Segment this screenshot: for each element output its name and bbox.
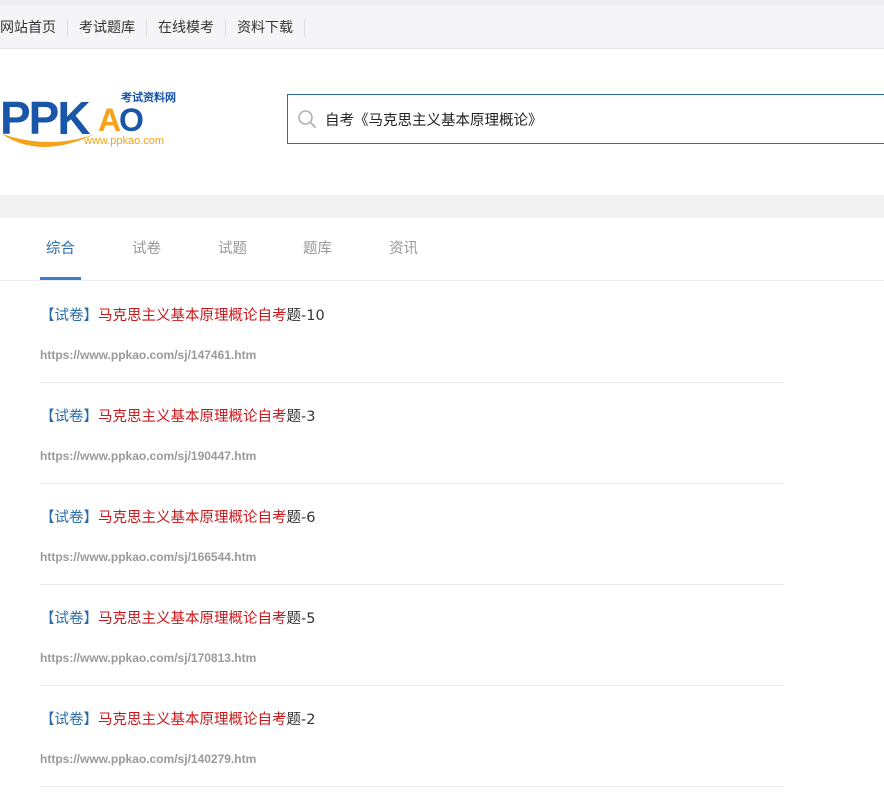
result-title-link[interactable]: 【试卷】马克思主义基本原理概论自考题-3 <box>40 405 315 426</box>
top-nav: 网站首页 考试题库 在线模考 资料下载 <box>0 6 884 49</box>
result-title-link[interactable]: 【试卷】马克思主义基本原理概论自考题-5 <box>40 607 315 628</box>
tab-news[interactable]: 资讯 <box>389 218 418 280</box>
result-item: 【试卷】马克思主义基本原理概论自考题-3 https://www.ppkao.c… <box>40 383 784 484</box>
result-suffix: 题-3 <box>286 409 316 425</box>
result-url-link[interactable]: https://www.ppkao.com/sj/147461.htm <box>40 348 256 362</box>
result-tag: 【试卷】 <box>40 611 98 627</box>
result-keyword: 马克思主义基本原理概论自考 <box>98 308 287 324</box>
result-item: 【试卷】马克思主义基本原理概论自考题-2 https://www.ppkao.c… <box>40 686 784 787</box>
search-input[interactable] <box>323 110 884 128</box>
result-keyword: 马克思主义基本原理概论自考 <box>98 611 287 627</box>
tab-papers[interactable]: 试卷 <box>132 218 161 280</box>
result-title-link[interactable]: 【试卷】马克思主义基本原理概论自考题-2 <box>40 708 315 729</box>
tab-questions[interactable]: 试题 <box>218 218 247 280</box>
svg-text:A: A <box>98 102 121 138</box>
result-item: 【试卷】马克思主义基本原理概论自考题-10 https://www.ppkao.… <box>40 282 784 383</box>
top-nav-bar: 网站首页 考试题库 在线模考 资料下载 <box>0 0 884 49</box>
result-item: 【试卷】马克思主义基本原理概论自考题-6 https://www.ppkao.c… <box>40 484 784 585</box>
section-divider <box>0 195 884 218</box>
ppkao-logo-image: PPK A O 考试资料网 www.ppkao.com <box>0 90 176 147</box>
result-tag: 【试卷】 <box>40 308 98 324</box>
result-tag: 【试卷】 <box>40 409 98 425</box>
search-results-list: 【试卷】马克思主义基本原理概论自考题-10 https://www.ppkao.… <box>40 282 784 787</box>
svg-text:PPK: PPK <box>0 92 90 144</box>
result-keyword: 马克思主义基本原理概论自考 <box>98 409 287 425</box>
nav-downloads-link[interactable]: 资料下载 <box>226 18 305 37</box>
svg-text:www.ppkao.com: www.ppkao.com <box>83 135 164 147</box>
result-keyword: 马克思主义基本原理概论自考 <box>98 510 287 526</box>
result-suffix: 题-6 <box>286 510 316 526</box>
result-item: 【试卷】马克思主义基本原理概论自考题-5 https://www.ppkao.c… <box>40 585 784 686</box>
nav-mock-exam-link[interactable]: 在线模考 <box>147 18 226 37</box>
search-box[interactable] <box>287 94 884 144</box>
svg-text:O: O <box>119 102 144 138</box>
result-url-link[interactable]: https://www.ppkao.com/sj/140279.htm <box>40 752 256 766</box>
site-header: PPK A O 考试资料网 www.ppkao.com <box>0 50 884 195</box>
search-icon <box>298 110 316 128</box>
nav-question-bank-link[interactable]: 考试题库 <box>68 18 147 37</box>
site-logo[interactable]: PPK A O 考试资料网 www.ppkao.com <box>0 90 200 156</box>
result-title-link[interactable]: 【试卷】马克思主义基本原理概论自考题-6 <box>40 506 315 527</box>
svg-text:考试资料网: 考试资料网 <box>121 90 176 104</box>
result-tag: 【试卷】 <box>40 712 98 728</box>
result-tabs: 综合 试卷 试题 题库 资讯 <box>0 218 884 281</box>
result-suffix: 题-5 <box>286 611 316 627</box>
result-suffix: 题-10 <box>286 308 325 324</box>
result-url-link[interactable]: https://www.ppkao.com/sj/166544.htm <box>40 550 256 564</box>
result-suffix: 题-2 <box>286 712 316 728</box>
tab-all[interactable]: 综合 <box>40 218 81 280</box>
result-url-link[interactable]: https://www.ppkao.com/sj/170813.htm <box>40 651 256 665</box>
result-tag: 【试卷】 <box>40 510 98 526</box>
tab-question-bank[interactable]: 题库 <box>303 218 332 280</box>
nav-home-link[interactable]: 网站首页 <box>0 18 68 37</box>
result-keyword: 马克思主义基本原理概论自考 <box>98 712 287 728</box>
result-title-link[interactable]: 【试卷】马克思主义基本原理概论自考题-10 <box>40 304 325 325</box>
result-url-link[interactable]: https://www.ppkao.com/sj/190447.htm <box>40 449 256 463</box>
